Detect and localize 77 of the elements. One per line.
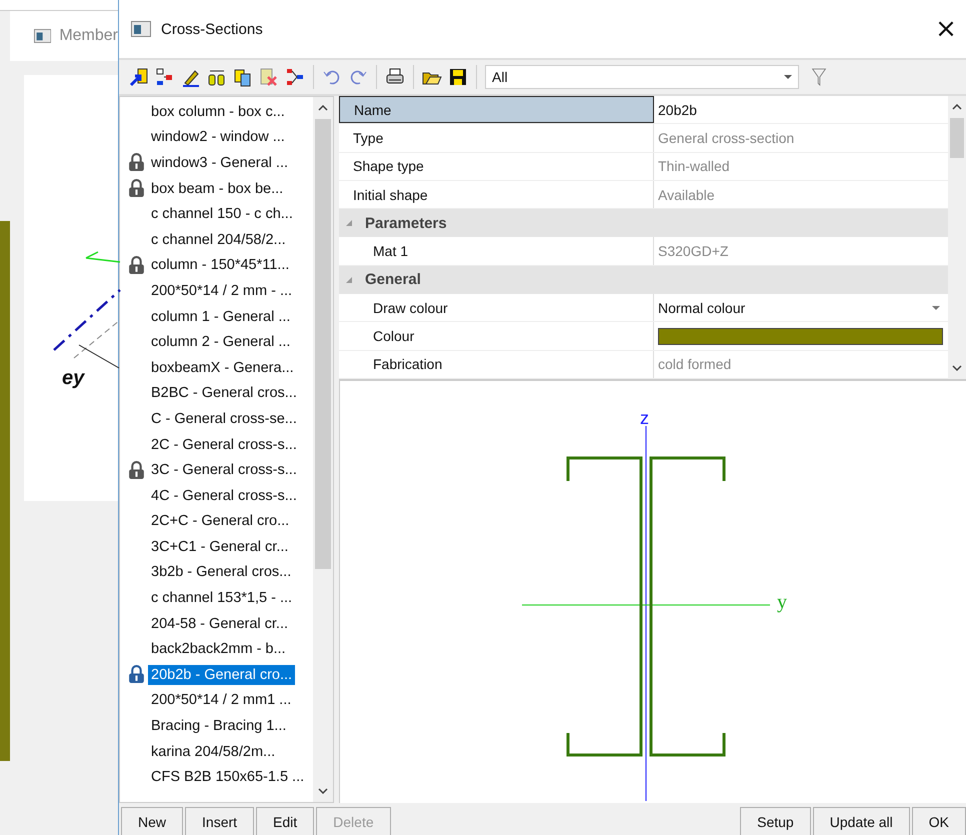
list-item[interactable]: boxbeamX - Genera... — [148, 358, 297, 378]
list-item[interactable]: 20b2b - General cro... — [148, 664, 296, 685]
dialog-button[interactable]: Insert — [185, 807, 254, 835]
caret-icon — [932, 306, 940, 310]
list-item[interactable]: column 2 - General ... — [148, 332, 294, 352]
list-item[interactable]: 204-58 - General cr... — [148, 614, 292, 634]
property-label[interactable]: Colour — [349, 322, 654, 350]
list-item[interactable]: back2back2mm - b... — [148, 639, 289, 660]
property-value[interactable]: S320GD+Z — [654, 237, 948, 265]
list-item[interactable]: window3 - General ... — [148, 152, 292, 173]
property-label[interactable]: Type — [339, 124, 654, 152]
property-label[interactable]: Name — [339, 96, 654, 124]
group-header[interactable]: General — [339, 266, 948, 294]
dialog-button[interactable]: Edit — [256, 807, 314, 835]
property-label[interactable]: Draw colour — [349, 294, 654, 322]
scrollbar[interactable] — [313, 97, 333, 802]
connector-icon[interactable] — [285, 67, 305, 87]
property-value[interactable]: cold formed — [654, 350, 948, 378]
group-header[interactable]: Parameters — [339, 209, 948, 238]
list-item[interactable]: column - 150*45*11... — [148, 255, 292, 276]
colour-dropdown[interactable]: Normal colour — [654, 294, 948, 322]
property-label[interactable]: Shape type — [339, 152, 654, 180]
list-item[interactable]: Bracing - Bracing 1... — [148, 716, 290, 736]
property-label[interactable]: Fabrication — [349, 350, 654, 378]
list-item[interactable]: 2C+C - General cro... — [148, 511, 292, 532]
list-item[interactable]: 3b2b - General cros... — [148, 562, 294, 582]
scroll-up-icon[interactable] — [952, 104, 962, 110]
list-item[interactable]: c channel 204/58/2... — [148, 230, 289, 250]
scroll-down-icon[interactable] — [318, 788, 328, 794]
property-label[interactable]: Mat 1 — [349, 237, 654, 265]
list-item[interactable]: CFS B2B 150x65-1.5 ... — [148, 767, 308, 788]
arrow-icon[interactable] — [129, 67, 149, 87]
axis-label: z — [640, 408, 649, 428]
list-item[interactable]: column 1 - General ... — [148, 306, 294, 327]
colour-swatch[interactable] — [658, 328, 943, 345]
scroll-thumb[interactable] — [950, 118, 964, 158]
list-item[interactable]: box beam - box be... — [148, 178, 286, 199]
scroll-thumb[interactable] — [315, 119, 331, 569]
property-label[interactable]: Initial shape — [339, 180, 654, 208]
property-value[interactable]: 20b2b — [654, 96, 948, 124]
axis-label: ey — [62, 367, 84, 390]
scroll-down-icon[interactable] — [952, 365, 962, 371]
list-item[interactable]: 4C - General cross-s... — [148, 486, 300, 506]
axis-label: y — [777, 591, 787, 613]
dialog-button[interactable]: Update all — [812, 807, 910, 835]
property-value[interactable]: Thin-walled — [654, 152, 948, 180]
scrollbar[interactable] — [948, 96, 966, 379]
blocks-icon[interactable] — [155, 67, 175, 87]
close-button[interactable]: × — [926, 14, 966, 44]
window-title: Member — [59, 27, 118, 45]
save-icon[interactable] — [448, 67, 468, 87]
window-title: Cross-Sections — [161, 20, 264, 38]
list-item[interactable]: 200*50*14 / 2 mm - ... — [148, 280, 296, 301]
list-item[interactable]: c channel 153*1,5 - ... — [148, 588, 296, 608]
property-value[interactable]: Available — [654, 180, 948, 208]
list-item[interactable]: 200*50*14 / 2 mm1 ... — [148, 690, 294, 710]
filter-icon[interactable] — [811, 66, 827, 88]
caret-icon — [784, 75, 792, 79]
list-item[interactable]: 3C - General cross-s... — [148, 460, 300, 480]
list-item[interactable]: C - General cross-se... — [148, 408, 300, 429]
list-item[interactable]: box column - box c... — [148, 102, 288, 122]
filter-dropdown[interactable]: All — [485, 65, 799, 89]
list-item[interactable]: 3C+C1 - General cr... — [148, 536, 292, 557]
scroll-up-icon[interactable] — [318, 105, 328, 111]
dialog-button[interactable]: OK — [912, 807, 966, 835]
delete-icon[interactable] — [259, 67, 279, 87]
property-value[interactable]: General cross-section — [654, 124, 948, 152]
list-item[interactable]: B2BC - General cros... — [148, 383, 300, 404]
list-item[interactable]: 2C - General cross-s... — [148, 434, 300, 455]
dialog-button[interactable]: Setup — [740, 807, 811, 835]
list-item[interactable]: karina 204/58/2m... — [148, 742, 278, 762]
window-icon — [131, 21, 151, 37]
copy-icon[interactable] — [233, 67, 253, 87]
list-item[interactable]: window2 - window ... — [148, 127, 288, 148]
list-item[interactable]: c channel 150 - c ch... — [148, 204, 296, 224]
window-icon — [34, 28, 52, 44]
dialog-button[interactable]: New — [121, 807, 184, 835]
